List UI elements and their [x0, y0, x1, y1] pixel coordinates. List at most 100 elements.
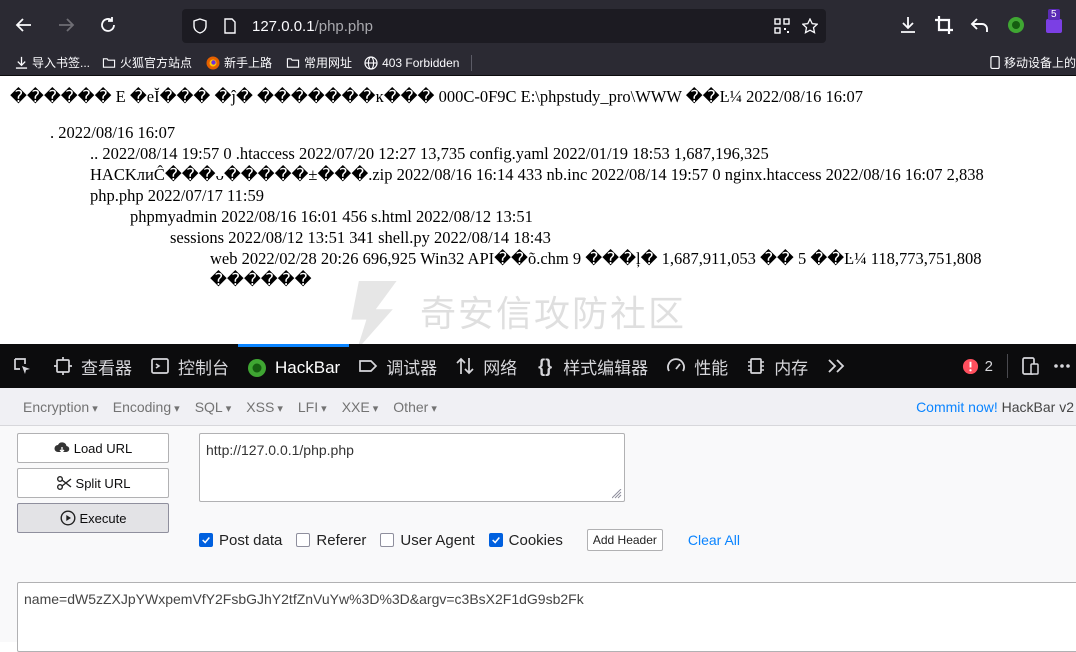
scissors-icon: [56, 475, 72, 491]
page-content: ������ E �eĬ��� �ĵ� �������ĸ��� 000C-0F9…: [0, 76, 1076, 344]
watermark: 奇安信攻防社区: [340, 276, 686, 344]
menu-other[interactable]: Other: [393, 399, 437, 415]
tab-label: 样式编辑器: [563, 358, 649, 378]
bookmark-label: 403 Forbidden: [382, 55, 460, 70]
menu-xxe[interactable]: XXE: [342, 399, 379, 415]
bookmark-separator: [471, 54, 473, 71]
bookmark-403[interactable]: 403 Forbidden: [364, 56, 459, 70]
load-url-button[interactable]: Load URL: [17, 433, 169, 463]
clear-all-link[interactable]: Clear All: [688, 532, 740, 548]
hackbar-version: HackBar v2: [1001, 399, 1074, 415]
crop-icon[interactable]: [934, 15, 954, 35]
menu-xss[interactable]: XSS: [246, 399, 283, 415]
tab-console[interactable]: 控制台: [141, 344, 238, 388]
mobile-device-icon: [990, 55, 1002, 70]
cloud-download-icon: [54, 440, 70, 456]
qr-code-icon[interactable]: [774, 18, 790, 34]
dir-line: ������: [210, 270, 312, 289]
hackbar-menu: Encryption Encoding SQL XSS LFI XXE Othe…: [0, 388, 1076, 426]
browser-toolbar: 127.0.0.1/php.php 5: [0, 0, 1076, 50]
url-path: /php.php: [314, 17, 373, 35]
reload-button[interactable]: [90, 7, 126, 43]
tab-memory[interactable]: 内存: [737, 344, 817, 388]
checkbox-checked[interactable]: [199, 533, 213, 547]
tab-debugger[interactable]: 调试器: [349, 344, 446, 388]
bookmark-mobile[interactable]: 移动设备上的: [990, 54, 1076, 71]
tab-label: 查看器: [81, 358, 132, 378]
tab-hackbar[interactable]: HackBar: [238, 344, 350, 388]
devtools-tabbar: 查看器 控制台 HackBar 调试器 网络 {} 样式编辑器 性能 内存 2: [0, 344, 1076, 388]
url-text: 127.0.0.1/php.php: [252, 18, 373, 35]
watermark-logo-icon: [351, 281, 397, 344]
button-label: Execute: [79, 510, 127, 526]
bookmark-common-sites[interactable]: 常用网址: [286, 54, 352, 71]
debugger-icon: [358, 356, 378, 376]
menu-encoding[interactable]: Encoding: [113, 399, 180, 415]
checkbox-checked[interactable]: [488, 533, 503, 547]
checkbox-unchecked[interactable]: [296, 533, 311, 547]
address-bar[interactable]: 127.0.0.1/php.php: [182, 9, 826, 43]
firefox-icon: [206, 56, 220, 70]
extension-purple-icon[interactable]: 5: [1044, 9, 1064, 35]
bookmark-import[interactable]: 导入书签...: [14, 54, 90, 71]
memory-icon: [746, 356, 766, 376]
undo-icon[interactable]: [970, 15, 990, 35]
dir-line: sessions 2022/08/12 13:51 341 shell.py 2…: [170, 228, 551, 247]
performance-icon: [666, 356, 686, 376]
globe-icon: [364, 55, 378, 70]
dir-header-line: ������ E �eĬ��� �ĵ� �������ĸ��� 000C-0F9…: [10, 87, 864, 106]
download-icon[interactable]: [898, 15, 918, 35]
cookies-option[interactable]: Cookies: [488, 531, 563, 549]
arrow-right-icon: [59, 18, 75, 32]
more-options-icon[interactable]: [1052, 356, 1072, 376]
dir-line: HACKлиĈ���ᴗ�����±���.zip 2022/08/16 16:1…: [90, 165, 984, 184]
tab-label: 网络: [483, 358, 518, 378]
menu-lfi[interactable]: LFI: [298, 399, 327, 415]
tab-network[interactable]: 网络: [446, 344, 526, 388]
resize-grip-icon[interactable]: [612, 489, 622, 499]
bookmark-star-icon[interactable]: [802, 18, 818, 34]
chevron-double-right-icon: [826, 356, 846, 376]
error-icon: [962, 358, 978, 374]
user-agent-option[interactable]: User Agent: [380, 531, 475, 549]
console-icon: [150, 356, 170, 376]
error-count-button[interactable]: 2: [962, 358, 993, 375]
devtools-right-controls: 2: [962, 344, 1076, 388]
pick-element-icon: [12, 356, 32, 376]
url-host: 127.0.0.1: [252, 17, 315, 35]
option-label: Cookies: [508, 531, 563, 549]
checkbox-unchecked[interactable]: [380, 533, 395, 547]
bookmark-firefox-site[interactable]: 火狐官方站点: [102, 54, 192, 71]
menu-sql[interactable]: SQL: [195, 399, 232, 415]
post-data-option[interactable]: Post data: [199, 532, 282, 549]
menu-encryption[interactable]: Encryption: [23, 399, 98, 415]
more-tabs-button[interactable]: [817, 344, 863, 388]
url-textarea[interactable]: http://127.0.0.1/php.php: [199, 433, 625, 502]
tab-performance[interactable]: 性能: [657, 344, 737, 388]
option-label: Post data: [219, 531, 283, 549]
post-data-value: name=dW5zZXJpYWxpemVfY2FsbGJhY2tfZnVuYw%…: [24, 591, 584, 607]
bookmark-getting-started[interactable]: 新手上路: [206, 54, 272, 71]
bookmark-label: 常用网址: [304, 56, 353, 70]
tab-style-editor[interactable]: {} 样式编辑器: [526, 344, 657, 388]
referer-option[interactable]: Referer: [296, 532, 366, 549]
back-button[interactable]: [6, 7, 42, 43]
commit-link[interactable]: Commit now!: [916, 399, 998, 415]
divider: [1007, 354, 1008, 378]
forward-button[interactable]: [48, 7, 84, 43]
dir-line: phpmyadmin 2022/08/16 16:01 456 s.html 2…: [130, 207, 533, 226]
add-header-button[interactable]: Add Header: [586, 529, 663, 551]
split-url-button[interactable]: Split URL: [17, 468, 169, 498]
extension-green-icon[interactable]: [1006, 15, 1026, 35]
execute-button[interactable]: Execute: [17, 503, 169, 533]
tab-label: 性能: [694, 358, 729, 378]
responsive-design-icon[interactable]: [1020, 356, 1040, 376]
dir-line: . 2022/08/16 16:07: [50, 123, 176, 142]
inspector-icon: [53, 356, 73, 376]
play-circle-icon: [59, 510, 76, 526]
element-picker-button[interactable]: [0, 344, 44, 388]
option-label: User Agent: [400, 531, 475, 549]
tab-inspector[interactable]: 查看器: [44, 344, 141, 388]
shield-icon: [193, 18, 207, 34]
dir-line: web 2022/02/28 20:26 696,925 Win32 API��…: [210, 249, 982, 268]
